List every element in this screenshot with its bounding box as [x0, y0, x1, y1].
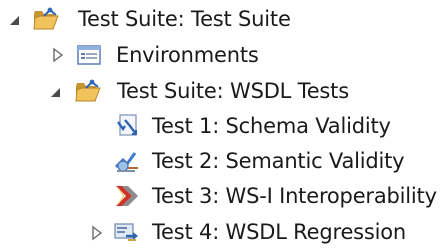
- folder-test-suite-icon: [33, 7, 59, 30]
- folder-test-suite-icon: [75, 79, 101, 102]
- tree-node-test-2[interactable]: Test 2: Semantic Validity: [0, 144, 441, 178]
- collapsed-arrow-icon[interactable]: [50, 47, 66, 63]
- tree-node-root-suite[interactable]: Test Suite: Test Suite: [0, 2, 441, 36]
- tree-node-label: Test 2: Semantic Validity: [152, 149, 405, 173]
- tree-node-test-3[interactable]: Test 3: WS-I Interoperability: [0, 179, 441, 213]
- schema-validity-icon: [117, 114, 137, 136]
- interoperability-icon: [116, 186, 138, 206]
- tree-node-label: Test 1: Schema Validity: [152, 114, 391, 138]
- tree-node-label: Test Suite: Test Suite: [78, 7, 291, 31]
- tree-node-label: Test 3: WS-I Interoperability: [152, 184, 437, 208]
- collapsed-arrow-icon[interactable]: [89, 225, 105, 241]
- tree-node-test-4[interactable]: Test 4: WSDL Regression: [0, 215, 441, 249]
- tree-node-label: Test 4: WSDL Regression: [152, 220, 407, 244]
- regression-icon: [114, 223, 138, 241]
- tree-node-label: Test Suite: WSDL Tests: [117, 79, 349, 103]
- tree-node-test-1[interactable]: Test 1: Schema Validity: [0, 109, 441, 143]
- tree-node-label: Environments: [116, 43, 259, 67]
- semantic-validity-icon: [114, 152, 138, 172]
- tree-node-environments[interactable]: Environments: [0, 38, 441, 72]
- test-tree: Test Suite: Test Suite Environments Test…: [0, 0, 441, 250]
- expanded-arrow-icon[interactable]: [48, 84, 64, 100]
- tree-node-wsdl-suite[interactable]: Test Suite: WSDL Tests: [0, 74, 441, 108]
- environments-window-icon: [77, 45, 101, 65]
- expanded-arrow-icon[interactable]: [7, 12, 23, 28]
